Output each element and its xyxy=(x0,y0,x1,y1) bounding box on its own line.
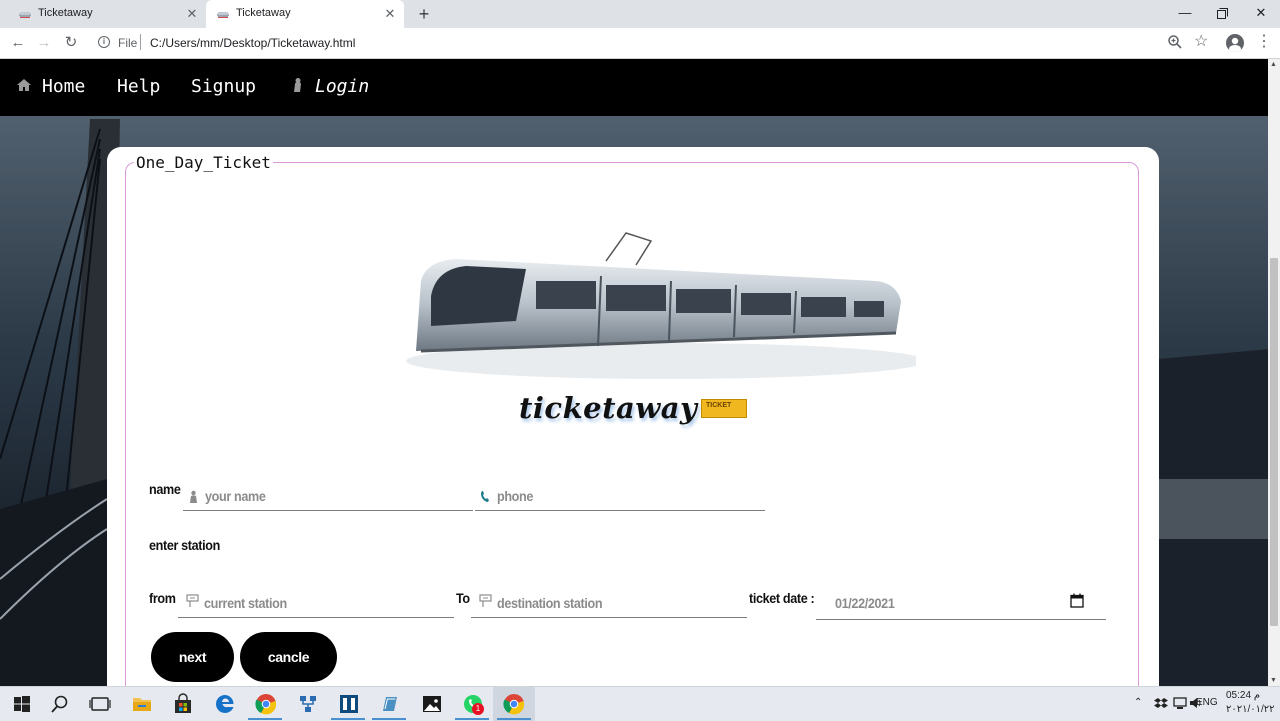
windows-taskbar: 1 ⌃ ENG 05:24 م ٢٠٢١/٠١/٢٢ xyxy=(0,686,1280,721)
edge-icon[interactable] xyxy=(213,692,237,716)
name-label: name xyxy=(149,481,181,497)
tab-title: Ticketaway xyxy=(236,7,291,19)
close-icon[interactable]: ✕ xyxy=(184,6,200,22)
editor-app-icon[interactable] xyxy=(337,692,361,716)
ticket-date-value: 01/22/2021 xyxy=(835,595,895,611)
notes-app-icon[interactable] xyxy=(378,692,402,716)
cancel-button[interactable]: cancle xyxy=(240,632,337,682)
page-scrollbar[interactable]: ▲ ▼ xyxy=(1268,59,1280,686)
kebab-menu-icon[interactable]: ⋮ xyxy=(1256,33,1272,51)
network-app-icon[interactable] xyxy=(296,692,320,716)
signpost-icon xyxy=(186,594,199,607)
scroll-up-icon[interactable]: ▲ xyxy=(1270,61,1277,68)
url-scheme-label: File xyxy=(118,36,138,50)
dropbox-icon[interactable] xyxy=(1154,697,1168,710)
from-station-input[interactable]: current station xyxy=(178,588,454,618)
browser-tab[interactable]: Ticketaway ✕ xyxy=(8,0,206,28)
phone-placeholder: phone xyxy=(497,488,533,504)
train-favicon-icon xyxy=(217,12,229,18)
profile-avatar-icon[interactable] xyxy=(1226,34,1244,52)
ticketaway-logo: ticketaway xyxy=(519,391,698,425)
new-tab-button[interactable]: + xyxy=(414,4,434,24)
calendar-icon[interactable] xyxy=(1070,593,1084,608)
nav-help-link[interactable]: Help xyxy=(117,76,160,98)
station-heading: enter station xyxy=(149,537,220,553)
person-icon xyxy=(294,78,301,92)
destination-station-placeholder: destination station xyxy=(497,595,603,611)
ticket-badge-image: TICKET xyxy=(701,399,747,418)
notification-badge: 1 xyxy=(472,703,484,715)
nav-signup-label: Signup xyxy=(191,76,257,97)
nav-login-label: Login xyxy=(315,76,370,97)
tab-title: Ticketaway xyxy=(38,7,93,19)
search-icon[interactable] xyxy=(48,692,72,716)
from-label: from xyxy=(149,590,176,606)
nav-login-link[interactable]: Login xyxy=(289,76,369,98)
signpost-icon xyxy=(479,594,492,607)
name-placeholder: your name xyxy=(205,488,266,504)
close-icon[interactable]: ✕ xyxy=(382,6,398,22)
chrome-icon[interactable] xyxy=(254,692,278,716)
store-icon[interactable] xyxy=(171,692,195,716)
home-icon xyxy=(17,79,31,91)
windows-start-icon[interactable] xyxy=(10,692,34,716)
browser-tab-strip: Ticketaway ✕ Ticketaway ✕ + — ✕ xyxy=(0,0,1280,28)
nav-home-link[interactable]: Home xyxy=(16,76,85,98)
tray-chevron-icon[interactable]: ⌃ xyxy=(1134,697,1142,708)
nav-signup-link[interactable]: Signup xyxy=(191,76,256,98)
to-label: To xyxy=(456,590,470,606)
form-legend: One_Day_Ticket xyxy=(134,153,273,172)
page-viewport: Home Help Signup Login One_Day_Ticket ti… xyxy=(0,59,1280,686)
back-arrow-icon[interactable]: ← xyxy=(8,33,28,53)
tram-image xyxy=(406,232,916,379)
next-button[interactable]: next xyxy=(151,632,234,682)
file-explorer-icon[interactable] xyxy=(130,692,154,716)
scroll-down-icon[interactable]: ▼ xyxy=(1270,677,1277,684)
clock-date[interactable]: ٢٠٢١/٠١/٢٢ xyxy=(1226,704,1275,715)
nav-help-label: Help xyxy=(117,76,161,97)
browser-toolbar: ← → ↻ i File C:/Users/mm/Desktop/Ticketa… xyxy=(0,28,1280,59)
destination-station-input[interactable]: destination station xyxy=(471,588,747,618)
url-divider xyxy=(140,34,141,50)
ticket-form: One_Day_Ticket ticketaway TICKET name yo… xyxy=(125,153,1139,686)
nav-home-label: Home xyxy=(42,76,86,97)
network-icon[interactable] xyxy=(1173,697,1187,710)
phone-icon xyxy=(481,491,489,502)
info-icon[interactable]: i xyxy=(98,36,110,48)
chrome-icon[interactable] xyxy=(502,692,526,716)
bookmark-star-icon[interactable]: ☆ xyxy=(1194,33,1208,51)
ticket-date-label: ticket date : xyxy=(749,590,815,606)
task-view-icon[interactable] xyxy=(88,692,112,716)
phone-input[interactable]: phone xyxy=(475,481,765,511)
ticket-card: One_Day_Ticket ticketaway TICKET name yo… xyxy=(107,147,1159,686)
minimize-icon[interactable]: — xyxy=(1167,0,1203,28)
name-input[interactable]: your name xyxy=(183,481,473,511)
scrollbar-thumb[interactable] xyxy=(1270,258,1278,626)
language-indicator[interactable]: ENG xyxy=(1196,697,1218,708)
zoom-icon[interactable] xyxy=(1167,34,1183,50)
photos-icon[interactable] xyxy=(420,692,444,716)
maximize-icon[interactable] xyxy=(1204,0,1240,28)
site-navbar: Home Help Signup Login xyxy=(0,59,1268,116)
browser-tab-active[interactable]: Ticketaway ✕ xyxy=(206,0,404,28)
person-icon xyxy=(190,490,197,503)
train-favicon-icon xyxy=(19,12,31,18)
reload-icon[interactable]: ↻ xyxy=(61,33,81,53)
ticket-date-input[interactable]: 01/22/2021 xyxy=(816,588,1106,620)
clock-time[interactable]: 05:24 م xyxy=(1226,690,1260,701)
address-bar[interactable]: C:/Users/mm/Desktop/Ticketaway.html xyxy=(150,36,355,50)
window-close-icon[interactable]: ✕ xyxy=(1243,0,1279,28)
from-station-placeholder: current station xyxy=(204,595,287,611)
forward-arrow-icon[interactable]: → xyxy=(34,33,54,53)
